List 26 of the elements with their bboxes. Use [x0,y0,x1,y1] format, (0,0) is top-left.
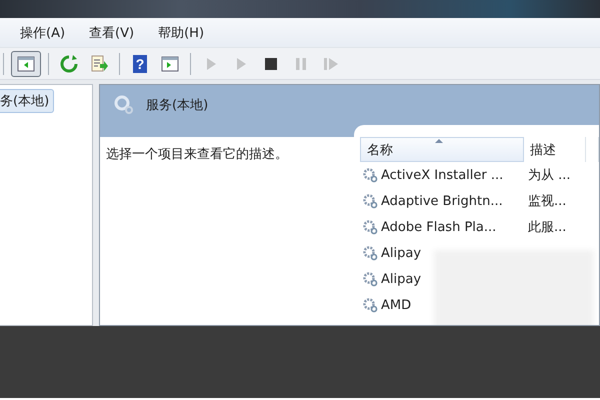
service-description: 监视... [528,193,566,210]
service-name[interactable]: Adobe Flash Pla... [381,220,496,234]
gears-icon [362,219,378,235]
gears-icon [362,167,378,183]
service-description: 为从 ... [528,167,571,184]
service-name[interactable]: Alipay [381,272,422,286]
service-name[interactable]: ActiveX Installer ... [381,168,504,182]
gears-icon [362,245,378,261]
gears-icon [114,95,134,115]
service-name[interactable]: AMD [381,298,412,312]
service-name[interactable]: Adaptive Brightn... [381,194,503,208]
pane-title: 服务(本地) [146,97,208,114]
gears-icon [362,297,378,313]
sort-arrow-icon [435,139,443,143]
column-header[interactable]: 描述 [524,137,586,162]
tree-pane-icon[interactable] [11,50,41,76]
gears-icon [362,193,378,209]
menu-item[interactable]: 帮助(H) [158,24,204,42]
menu-item[interactable]: 查看(V) [89,24,134,42]
gears-icon [362,271,378,287]
description-text: 选择一个项目来查看它的描述。 [106,147,288,162]
service-name[interactable]: Alipay [381,246,422,260]
service-description: 此服... [528,219,566,236]
tree-item[interactable]: 务(本地) [0,89,54,113]
menu-item[interactable]: 操作(A) [20,24,66,42]
column-header[interactable]: 名称 [360,137,524,162]
